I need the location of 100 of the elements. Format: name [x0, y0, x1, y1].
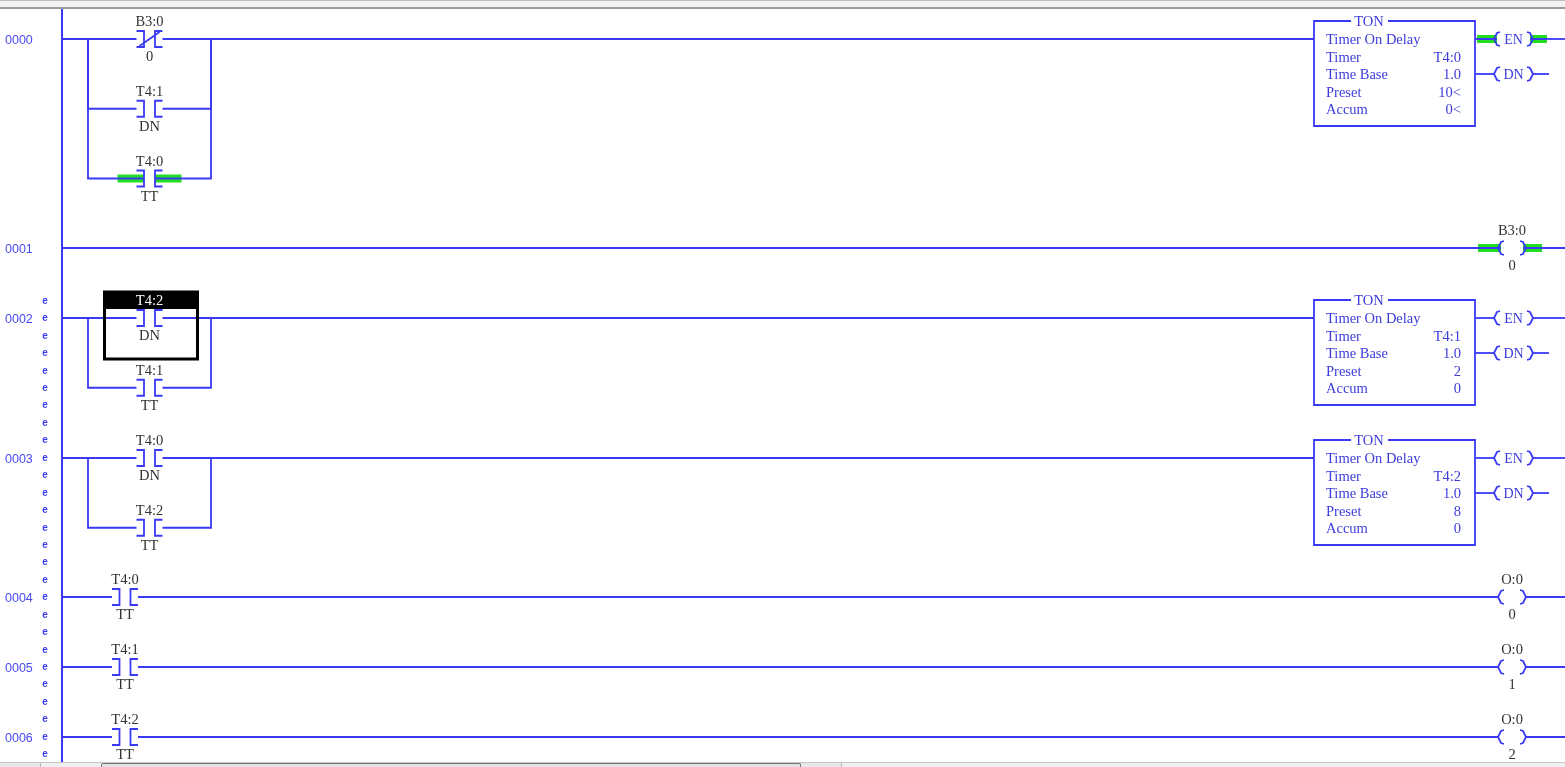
rung-number[interactable]: 0002	[5, 312, 33, 326]
horizontal-scrollbar[interactable]	[0, 762, 1565, 767]
bit-label: TT	[140, 396, 159, 413]
open-contact-icon[interactable]	[135, 518, 164, 537]
open-contact-icon[interactable]	[135, 378, 164, 397]
rung-wire	[1474, 352, 1495, 354]
status-coil[interactable]: DN	[1493, 484, 1534, 501]
rung-wire	[1474, 456, 1495, 459]
edit-marker: e	[42, 328, 48, 343]
status-coil[interactable]: EN	[1493, 310, 1534, 326]
address-label: O:0	[1501, 640, 1523, 657]
edit-marker: e	[42, 660, 48, 675]
parameter-label: Accum	[1326, 101, 1368, 117]
parameter-value: T4:1	[1433, 327, 1461, 344]
address-label: T4:0	[111, 571, 139, 587]
bit-label: 0	[1508, 606, 1516, 622]
block-description: Timer On Delay	[1326, 31, 1421, 47]
output-coil-icon[interactable]	[1497, 658, 1527, 675]
open-contact-icon[interactable]	[111, 588, 139, 606]
block-description: Timer On Delay	[1326, 449, 1421, 466]
parameter-label: Time Base	[1326, 484, 1388, 501]
open-contact-icon[interactable]	[111, 657, 139, 676]
parameter-value: 0	[1453, 380, 1461, 396]
output-coil-icon[interactable]	[1497, 589, 1527, 605]
edit-marker: e	[42, 607, 48, 622]
address-label: T4:0	[135, 152, 164, 169]
block-description: Timer On Delay	[1326, 310, 1421, 326]
open-contact-icon[interactable]	[135, 99, 164, 118]
parameter-value: 1.0	[1442, 345, 1461, 361]
branch-wire	[87, 317, 138, 389]
bit-label: TT	[116, 745, 134, 762]
bit-label: DN	[139, 466, 160, 483]
parameter-value: 1.0	[1442, 66, 1461, 82]
parameter-label: Accum	[1326, 380, 1368, 396]
edit-marker: e	[42, 503, 48, 518]
edit-marker: e	[42, 363, 48, 378]
parameter-value: 1.0	[1442, 484, 1461, 501]
edit-marker: e	[42, 468, 48, 483]
status-coil[interactable]: DN	[1493, 345, 1534, 361]
output-coil-icon[interactable]	[1477, 240, 1543, 257]
address-label: T4:0	[135, 431, 164, 448]
status-coil[interactable]: DN	[1493, 66, 1534, 82]
edit-marker: e	[42, 712, 48, 727]
bit-label: DN	[139, 327, 160, 343]
rung-wire	[1532, 352, 1550, 354]
edit-marker: e	[42, 572, 48, 587]
status-coil[interactable]: EN	[1493, 449, 1534, 466]
address-label: B3:0	[135, 13, 164, 29]
bit-label: 0	[145, 48, 154, 64]
status-coil[interactable]: EN	[1476, 31, 1548, 47]
rung-wire	[63, 735, 113, 738]
open-contact-icon[interactable]	[135, 309, 164, 327]
address-label: T4:1	[135, 82, 164, 99]
edit-marker: e	[42, 450, 48, 465]
rung-wire	[1474, 317, 1495, 319]
edit-marker: e	[42, 415, 48, 430]
rung-wire	[1474, 73, 1495, 75]
block-title: TON	[1354, 431, 1384, 448]
address-label: O:0	[1501, 710, 1523, 727]
address-label: T4:1	[135, 361, 164, 378]
parameter-value: 8	[1453, 502, 1461, 518]
bit-label: TT	[140, 187, 159, 204]
rung-number[interactable]: 0005	[5, 660, 33, 675]
edit-marker: e	[42, 293, 48, 308]
edit-marker: e	[42, 520, 48, 535]
rung-number[interactable]: 0003	[5, 451, 33, 466]
rung-number[interactable]: 0006	[5, 730, 33, 745]
edit-marker: e	[42, 625, 48, 640]
parameter-label: Preset	[1326, 362, 1362, 379]
edit-marker: e	[42, 555, 48, 570]
parameter-label: Time Base	[1326, 66, 1388, 82]
address-label: O:0	[1501, 571, 1523, 587]
parameter-value: 10<	[1438, 83, 1461, 100]
edit-marker: e	[42, 311, 48, 326]
edit-marker: e	[42, 642, 48, 657]
edit-marker: e	[42, 433, 48, 448]
rung-wire	[1532, 491, 1550, 494]
rung-wire	[1525, 596, 1565, 598]
bit-label: 2	[1508, 745, 1516, 762]
scrollbar-thumb[interactable]	[101, 763, 801, 767]
parameter-label: Accum	[1326, 519, 1368, 536]
parameter-value: 0	[1453, 519, 1461, 536]
open-contact-icon[interactable]	[116, 169, 183, 188]
rung-wire	[63, 665, 113, 668]
rung-number[interactable]: 0004	[5, 591, 33, 605]
rung-number[interactable]: 0001	[5, 242, 33, 257]
edit-marker: e	[42, 485, 48, 500]
address-label: T4:2	[135, 501, 164, 518]
parameter-value: 0<	[1445, 101, 1461, 117]
edit-marker: e	[42, 346, 48, 361]
rung-number[interactable]: 0000	[5, 33, 33, 47]
open-contact-icon[interactable]	[135, 448, 164, 467]
edit-marker: e	[42, 381, 48, 396]
open-contact-icon[interactable]	[111, 727, 139, 746]
address-label: T4:2	[135, 292, 164, 308]
block-title: TON	[1354, 292, 1384, 308]
edit-marker: e	[42, 694, 48, 709]
edit-marker: e	[42, 729, 48, 744]
closed-contact-icon[interactable]	[135, 30, 164, 48]
output-coil-icon[interactable]	[1497, 728, 1527, 745]
